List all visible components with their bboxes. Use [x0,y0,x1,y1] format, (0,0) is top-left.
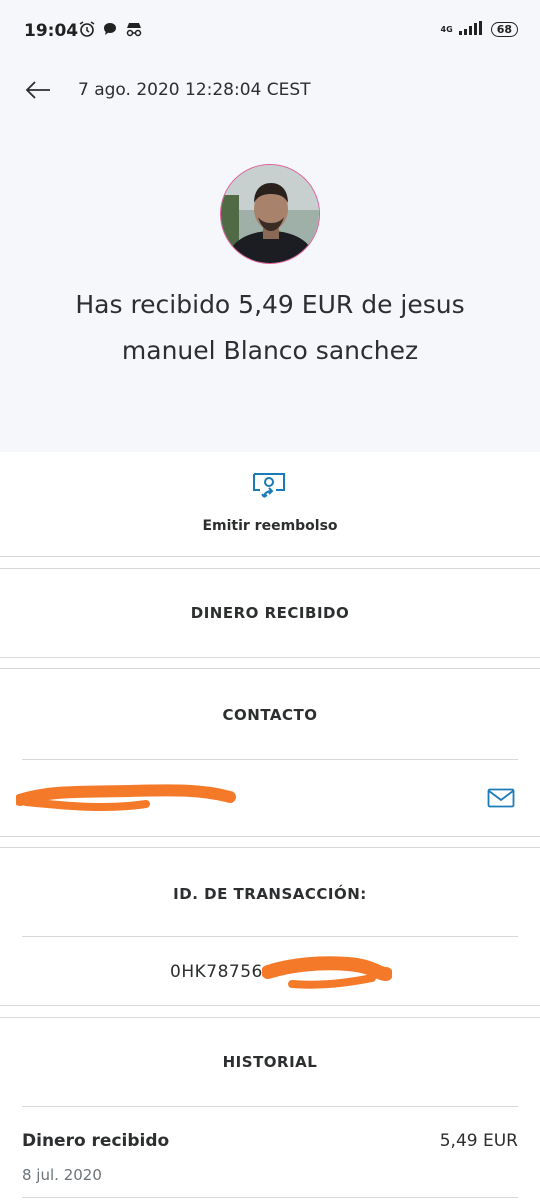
refund-icon [250,470,288,508]
status-bar: 19:04 4G 68 [0,0,540,62]
incognito-icon [124,21,144,41]
divider [22,936,518,937]
status-notification-icons [78,20,144,42]
transaction-datetime: 7 ago. 2020 12:28:04 CEST [78,80,311,100]
divider [0,1005,540,1006]
divider [0,568,540,569]
chat-bubble-icon [102,21,118,41]
divider [0,836,540,837]
history-item-label: Dinero recibido [22,1131,170,1151]
contact-title: CONTACTO [222,706,318,724]
alarm-icon [78,20,96,42]
issue-refund-label: Emitir reembolso [202,518,338,534]
network-type: 4G [440,24,453,34]
transaction-id-title: ID. DE TRANSACCIÓN: [173,885,367,903]
divider [0,657,540,658]
sender-avatar [220,164,320,264]
battery-level: 68 [490,22,518,37]
divider [0,556,540,557]
divider [22,1106,518,1107]
signal-icon [458,20,485,39]
history-item-amount: 5,49 EUR [439,1131,518,1151]
divider [0,668,540,669]
divider [22,759,518,760]
status-time: 19:04 [24,21,79,41]
money-received-title: DINERO RECIBIDO [190,604,350,622]
transaction-headline: Has recibido 5,49 EUR de jesus manuel Bl… [75,290,465,365]
envelope-icon[interactable] [487,788,515,812]
app-header: 7 ago. 2020 12:28:04 CEST [0,62,540,118]
divider [0,847,540,848]
arrow-left-icon [25,81,50,99]
back-button[interactable] [20,72,56,108]
status-system-icons: 4G 68 [441,20,518,39]
history-title: HISTORIAL [222,1053,318,1071]
redacted-transaction-id [261,956,393,996]
transaction-id-value: 0HK78756 [170,962,263,982]
redacted-email [14,782,238,816]
divider [0,1017,540,1018]
history-item-date: 8 jul. 2020 [22,1166,102,1184]
divider [22,1197,518,1198]
